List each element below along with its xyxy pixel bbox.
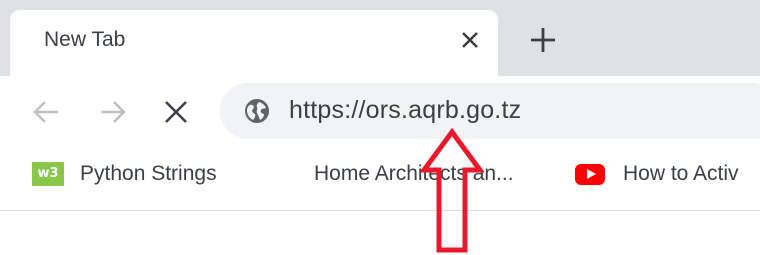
plus-icon[interactable] (527, 24, 559, 56)
bookmark-label: Python Strings (80, 162, 217, 185)
w3schools-icon: w3 (32, 162, 64, 186)
bookmarks-divider (0, 210, 760, 211)
close-icon[interactable] (456, 26, 484, 54)
bookmarks-bar: w3 Python Strings Home Architects an... … (0, 148, 760, 208)
youtube-icon (575, 164, 605, 185)
tab-title: New Tab (44, 28, 126, 51)
arrow-right-icon[interactable] (97, 96, 129, 128)
toolbar: https://ors.aqrb.go.tz (0, 76, 760, 148)
url-text[interactable]: https://ors.aqrb.go.tz (289, 96, 521, 125)
arrow-left-icon[interactable] (30, 96, 62, 128)
address-bar[interactable]: https://ors.aqrb.go.tz (220, 83, 760, 139)
globe-icon[interactable] (244, 98, 270, 124)
tab-new-tab[interactable]: New Tab (10, 10, 498, 76)
bookmark-how-to-activ[interactable]: How to Activ (575, 160, 760, 190)
annotation-arrow-icon (420, 128, 484, 253)
bookmark-label: How to Activ (623, 162, 739, 185)
bookmark-python-strings[interactable]: w3 Python Strings (32, 160, 242, 190)
tab-strip: New Tab (0, 0, 760, 76)
stop-icon[interactable] (160, 96, 192, 128)
